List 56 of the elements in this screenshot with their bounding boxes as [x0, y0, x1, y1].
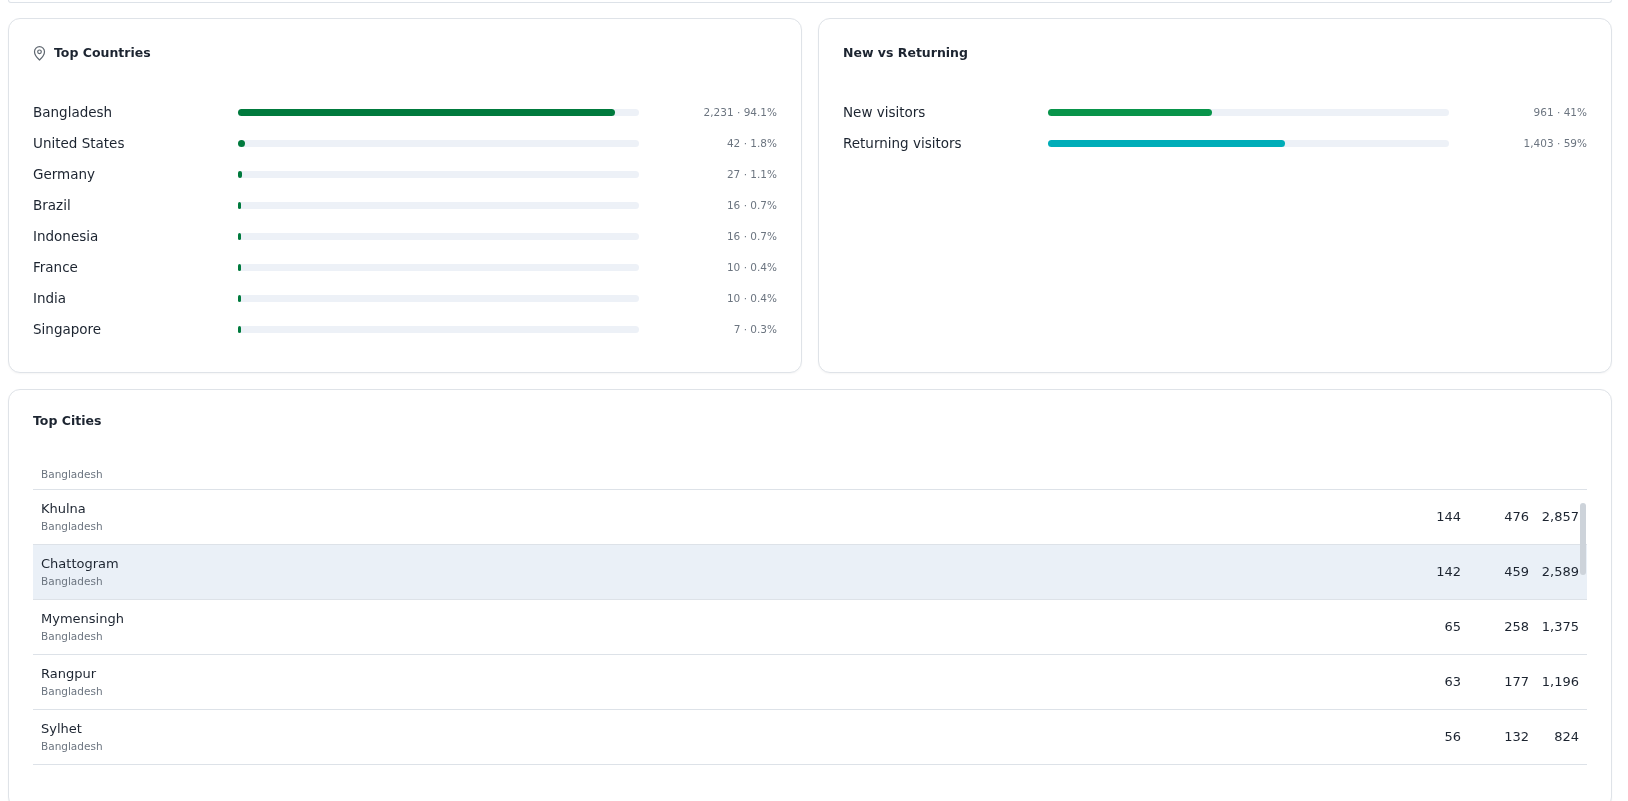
table-cell-text: 65: [1443, 618, 1461, 636]
card-title: New vs Returning: [843, 44, 969, 62]
table-cell-text: 258: [1503, 618, 1529, 636]
table-row[interactable]: Mymensingh Bangladesh 65 258 1,375: [33, 599, 1587, 655]
scrollbar-thumb[interactable]: [1580, 502, 1586, 575]
row-label: India: [33, 289, 68, 309]
country-name: Bangladesh: [41, 467, 104, 482]
table-cell-text: 1,196: [1540, 673, 1579, 691]
table-cell-text: 132: [1503, 728, 1529, 746]
country-name: Bangladesh: [41, 683, 104, 699]
row-label: United States: [33, 134, 126, 154]
country-name: Bangladesh: [41, 628, 104, 644]
row-label: Indonesia: [33, 227, 100, 247]
country-name: Bangladesh: [41, 573, 104, 589]
table-cell-text: 2,857: [1540, 508, 1579, 526]
table-cell-text: 144: [1435, 508, 1461, 526]
city-name: Sylhet: [41, 720, 83, 739]
city-name: Khulna: [41, 500, 87, 519]
card-title: Top Countries: [54, 43, 151, 62]
table-cell-text: 2,589: [1540, 563, 1579, 581]
row-value: 16 · 0.7%: [725, 228, 777, 244]
country-name: Bangladesh: [41, 738, 104, 754]
row-label: Brazil: [33, 196, 72, 216]
row-label: Bangladesh: [33, 103, 114, 123]
row-value: 7 · 0.3%: [732, 321, 777, 337]
city-name: Rangpur: [41, 665, 98, 684]
row-label: New visitors: [843, 103, 927, 123]
city-name: Mymensingh: [41, 610, 125, 629]
row-value: 16 · 0.7%: [725, 197, 777, 213]
map-pin-icon: [33, 45, 46, 61]
row-label: Singapore: [33, 320, 103, 340]
table-cell-text: 142: [1435, 563, 1461, 581]
row-label: France: [33, 258, 79, 278]
country-name: Bangladesh: [41, 518, 104, 534]
row-value: 27 · 1.1%: [725, 166, 777, 182]
table-row[interactable]: Bangladesh: [33, 466, 1587, 490]
table-cell-text: 476: [1503, 508, 1529, 526]
row-value: 2,231 · 94.1%: [702, 104, 777, 120]
row-value: 10 · 0.4%: [725, 290, 777, 306]
table-row[interactable]: Chattogram Bangladesh 142 459 2,589: [33, 544, 1587, 600]
table-cell-text: 177: [1503, 673, 1529, 691]
row-label: Germany: [33, 165, 97, 185]
row-value: 961 · 41%: [1532, 104, 1587, 120]
city-name: Chattogram: [41, 555, 120, 574]
table-cell-text: 1,375: [1540, 618, 1579, 636]
row-value: 42 · 1.8%: [725, 135, 777, 151]
table-cell-text: 824: [1553, 728, 1579, 746]
row-label: Returning visitors: [843, 134, 963, 154]
table-row[interactable]: Sylhet Bangladesh 56 132 824: [33, 709, 1587, 765]
table-cell-text: 459: [1503, 563, 1529, 581]
row-value: 1,403 · 59%: [1522, 135, 1587, 151]
table-row[interactable]: Rangpur Bangladesh 63 177 1,196: [33, 654, 1587, 710]
table-cell-text: 63: [1443, 673, 1461, 691]
card-title: Top Cities: [33, 412, 103, 430]
row-value: 10 · 0.4%: [725, 259, 777, 275]
table-cell-text: 56: [1443, 728, 1461, 746]
